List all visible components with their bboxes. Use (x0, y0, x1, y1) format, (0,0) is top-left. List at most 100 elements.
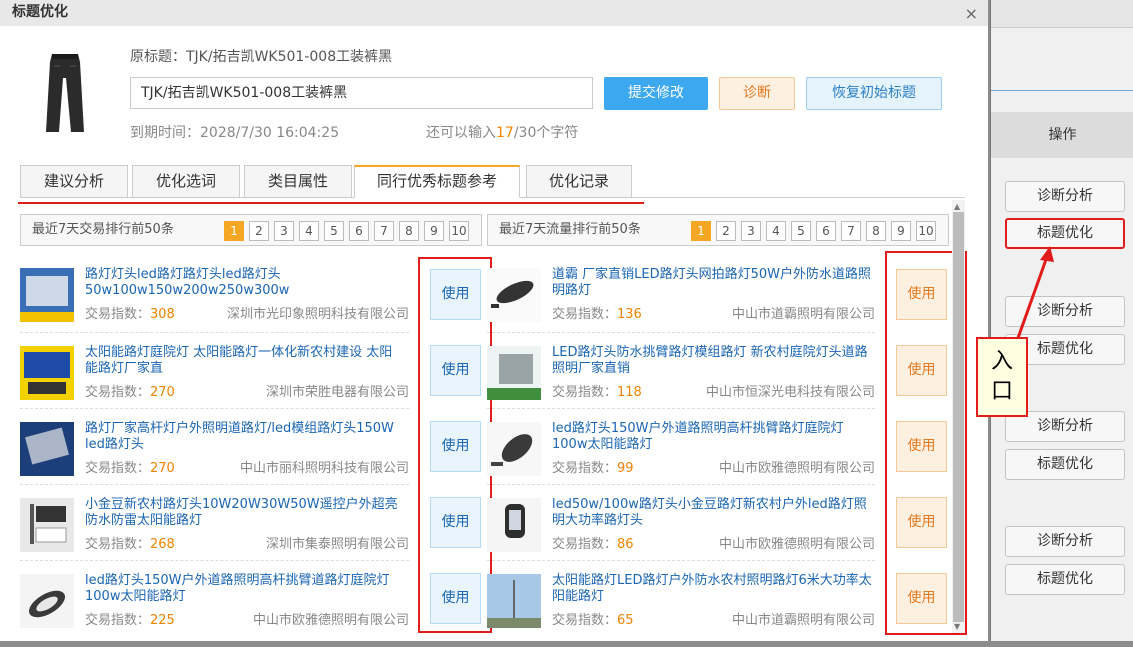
callout-line-1: 入 (990, 349, 1013, 374)
trade-index-value: 86 (617, 537, 634, 552)
product-title-link[interactable]: 道霸 厂家直销LED路灯头网拍路灯50W户外防水道路照明路灯 (552, 267, 872, 299)
page-button[interactable]: 3 (741, 221, 761, 241)
original-title: 原标题：TJK/拓吉凯WK501-008工装裤黑 (130, 49, 393, 65)
list-item: 太阳能路灯LED路灯户外防水农村照明路灯6米大功率太阳能路灯 交易指数：65 中… (487, 571, 875, 647)
product-title-link[interactable]: 路灯厂家高杆灯户外照明道路灯/led模组路灯头150W led路灯头 (85, 421, 405, 453)
product-image (487, 268, 541, 322)
page-button[interactable]: 10 (916, 221, 936, 241)
company-name: 中山市欧雅德照明有限公司 (718, 461, 875, 476)
background-top-bar (991, 0, 1133, 28)
trade-index: 交易指数：308 (85, 303, 175, 322)
page-button[interactable]: 3 (274, 221, 294, 241)
title-optimize-dialog: 标题优化 × 原标题：TJK/拓吉凯WK501-008工装裤黑 TJK/拓吉凯W… (0, 0, 988, 641)
trade-index-label: 交易指数： (552, 613, 618, 628)
product-title-link[interactable]: 路灯灯头led路灯路灯头led路灯头50w100w150w200w250w300… (85, 267, 405, 299)
trade-index-label: 交易指数： (552, 385, 618, 400)
tab-category-attributes[interactable]: 类目属性 (244, 165, 352, 198)
trade-index: 交易指数：270 (85, 381, 175, 400)
page-button[interactable]: 1 (691, 221, 711, 241)
remaining-chars: 还可以输入17/30个字符 (426, 122, 578, 142)
trade-index: 交易指数：99 (552, 457, 634, 476)
trade-index-value: 268 (150, 537, 175, 552)
trade-index-label: 交易指数： (552, 307, 618, 322)
company-name: 中山市欧雅德照明有限公司 (252, 613, 409, 628)
page-button[interactable]: 8 (399, 221, 419, 241)
page-button[interactable]: 2 (249, 221, 269, 241)
title-optimize-button[interactable]: 标题优化 (1005, 564, 1125, 595)
product-title-link[interactable]: 小金豆新农村路灯头10W20W30W50W遥控户外超亮防水防雷太阳能路灯 (85, 497, 405, 529)
trade-index-label: 交易指数： (85, 461, 151, 476)
product-image (20, 498, 74, 552)
trade-index: 交易指数：270 (85, 457, 175, 476)
product-image (487, 422, 541, 476)
row-divider (487, 484, 875, 485)
product-title-link[interactable]: led路灯头150W户外道路照明高杆挑臂道路灯庭院灯100w太阳能路灯 (85, 573, 405, 605)
product-title-link[interactable]: LED路灯头防水挑臂路灯模组路灯 新农村庭院灯头道路照明厂家直销 (552, 345, 872, 377)
trade-index-value: 308 (150, 307, 175, 322)
company-name: 中山市丽科照明科技有限公司 (239, 461, 409, 476)
submit-button[interactable]: 提交修改 (604, 77, 708, 110)
page-button[interactable]: 4 (299, 221, 319, 241)
row-divider (20, 484, 409, 485)
list-item: 道霸 厂家直销LED路灯头网拍路灯50W户外防水道路照明路灯 交易指数：136 … (487, 265, 875, 341)
annotation-arrow (1016, 246, 1054, 339)
tab-peer-title-reference[interactable]: 同行优秀标题参考 (354, 165, 520, 198)
page-button[interactable]: 1 (224, 221, 244, 241)
page-button[interactable]: 9 (424, 221, 444, 241)
annotation-highlight-box (418, 257, 492, 633)
row-divider (487, 332, 875, 333)
page-button[interactable]: 5 (791, 221, 811, 241)
product-title-link[interactable]: 太阳能路灯庭院灯 太阳能路灯一体化新农村建设 太阳能路灯厂家直 (85, 345, 405, 377)
page-button[interactable]: 6 (816, 221, 836, 241)
page-button[interactable]: 7 (841, 221, 861, 241)
trade-index-value: 65 (617, 613, 634, 628)
entry-callout: 入 口 (976, 337, 1028, 417)
scroll-down-icon[interactable]: ▼ (954, 622, 960, 631)
scroll-up-icon[interactable]: ▲ (954, 202, 960, 211)
page-button[interactable]: 9 (891, 221, 911, 241)
title-optimize-button[interactable]: 标题优化 (1005, 449, 1125, 480)
page-button[interactable]: 2 (716, 221, 736, 241)
page-button[interactable]: 4 (766, 221, 786, 241)
row-divider (487, 560, 875, 561)
trade-index: 交易指数：268 (85, 533, 175, 552)
operation-column-header: 操作 (991, 112, 1133, 158)
restore-title-button[interactable]: 恢复初始标题 (806, 77, 942, 110)
trade-index-value: 270 (150, 461, 175, 476)
page-button[interactable]: 7 (374, 221, 394, 241)
remaining-count: 17 (496, 125, 514, 141)
trade-index-value: 118 (617, 385, 642, 400)
traffic-rank-label: 最近7天流量排行前50条 (499, 222, 641, 237)
trade-index-label: 交易指数： (85, 307, 151, 322)
diagnose-analysis-button[interactable]: 诊断分析 (1005, 181, 1125, 212)
tab-word-selection[interactable]: 优化选词 (132, 165, 240, 198)
product-image (487, 346, 541, 400)
scrollbar-thumb[interactable] (953, 212, 964, 622)
callout-line-2: 口 (990, 379, 1013, 404)
tab-suggestion-analysis[interactable]: 建议分析 (20, 165, 128, 198)
product-title-link[interactable]: 太阳能路灯LED路灯户外防水农村照明路灯6米大功率太阳能路灯 (552, 573, 872, 605)
company-name: 深圳市光印象照明科技有限公司 (226, 307, 409, 322)
close-icon[interactable]: × (965, 2, 978, 26)
product-title-link[interactable]: led50w/100w路灯头小金豆路灯新农村户外led路灯照明大功率路灯头 (552, 497, 872, 529)
scrollbar[interactable]: ▲ ▼ (952, 200, 965, 633)
page-button[interactable]: 5 (324, 221, 344, 241)
diagnose-analysis-button[interactable]: 诊断分析 (1005, 526, 1125, 557)
tab-optimize-history[interactable]: 优化记录 (526, 165, 632, 198)
annotation-underline (18, 202, 644, 204)
diagnose-button[interactable]: 诊断 (719, 77, 795, 110)
dialog-title-bar: 标题优化 × (0, 0, 988, 26)
trade-index: 交易指数：136 (552, 303, 642, 322)
page-button[interactable]: 10 (449, 221, 469, 241)
page-button[interactable]: 8 (866, 221, 886, 241)
product-image (487, 574, 541, 628)
dialog-title: 标题优化 (12, 4, 68, 20)
trade-index: 交易指数：86 (552, 533, 634, 552)
page-button[interactable]: 6 (349, 221, 369, 241)
product-title-link[interactable]: led路灯头150W户外道路照明高杆挑臂路灯庭院灯100w太阳能路灯 (552, 421, 872, 453)
company-name: 深圳市集泰照明有限公司 (265, 537, 409, 552)
product-image (20, 422, 74, 476)
company-name: 深圳市荣胜电器有限公司 (265, 385, 409, 400)
trade-index-value: 99 (617, 461, 634, 476)
title-input[interactable]: TJK/拓吉凯WK501-008工装裤黑 (130, 77, 593, 109)
